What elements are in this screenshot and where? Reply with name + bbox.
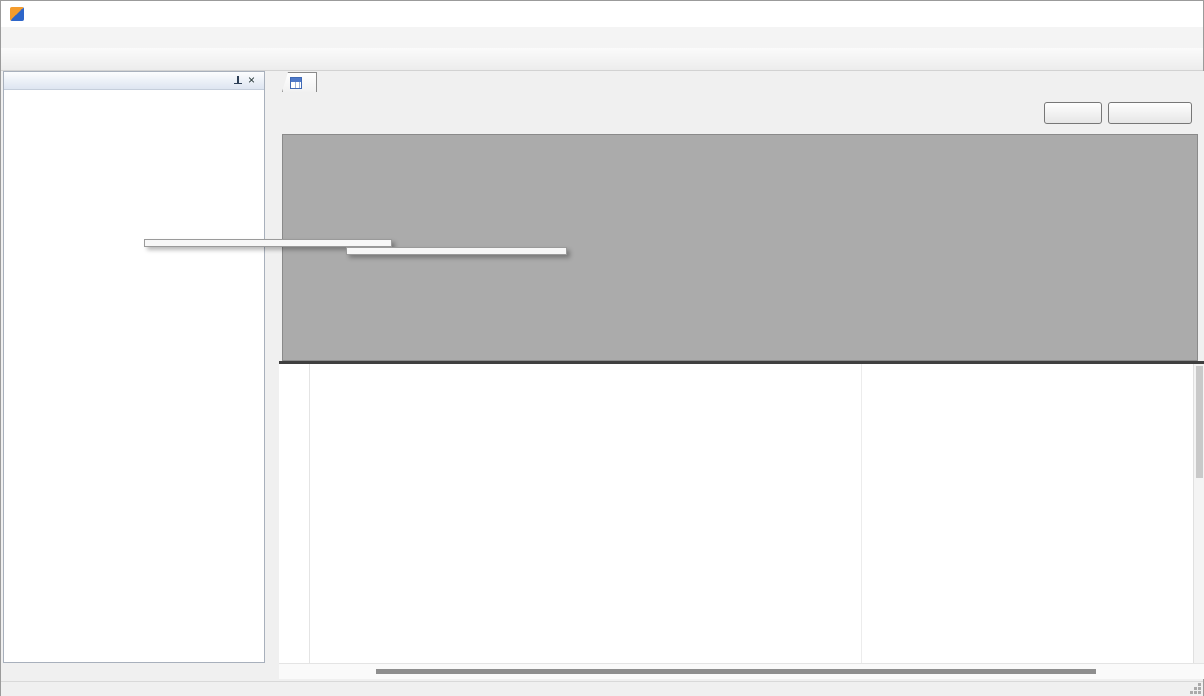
- db-tree: [4, 90, 264, 662]
- resize-grip[interactable]: [1198, 691, 1201, 694]
- tab-table-basic-info[interactable]: [282, 72, 317, 92]
- menu-bar: [1, 27, 1203, 48]
- document-tabstrip: [279, 71, 1204, 92]
- set-field-alias-button[interactable]: [1108, 102, 1192, 124]
- dock-header: [4, 72, 264, 90]
- editor-guide-line: [861, 364, 862, 663]
- title-bar: [1, 1, 1203, 27]
- refresh-button[interactable]: [1044, 102, 1102, 124]
- codegen-submenu: [346, 247, 567, 255]
- editor-horizontal-scrollbar[interactable]: [279, 663, 1204, 679]
- status-bar: [1, 681, 1203, 696]
- app-icon: [10, 7, 24, 21]
- document-area: [279, 71, 1204, 663]
- database-info-panel: [3, 71, 265, 663]
- close-icon[interactable]: [245, 74, 259, 88]
- context-menu: [144, 239, 392, 247]
- app-window: [0, 0, 1204, 696]
- gutter-divider: [309, 364, 310, 663]
- table-grid-icon: [290, 77, 302, 89]
- scrollbar-thumb[interactable]: [1196, 366, 1203, 478]
- toolbar: [1, 48, 1203, 71]
- sql-editor[interactable]: [279, 361, 1204, 663]
- editor-vertical-scrollbar[interactable]: [1193, 364, 1204, 663]
- pin-icon[interactable]: [231, 74, 245, 88]
- scrollbar-thumb[interactable]: [376, 669, 1096, 674]
